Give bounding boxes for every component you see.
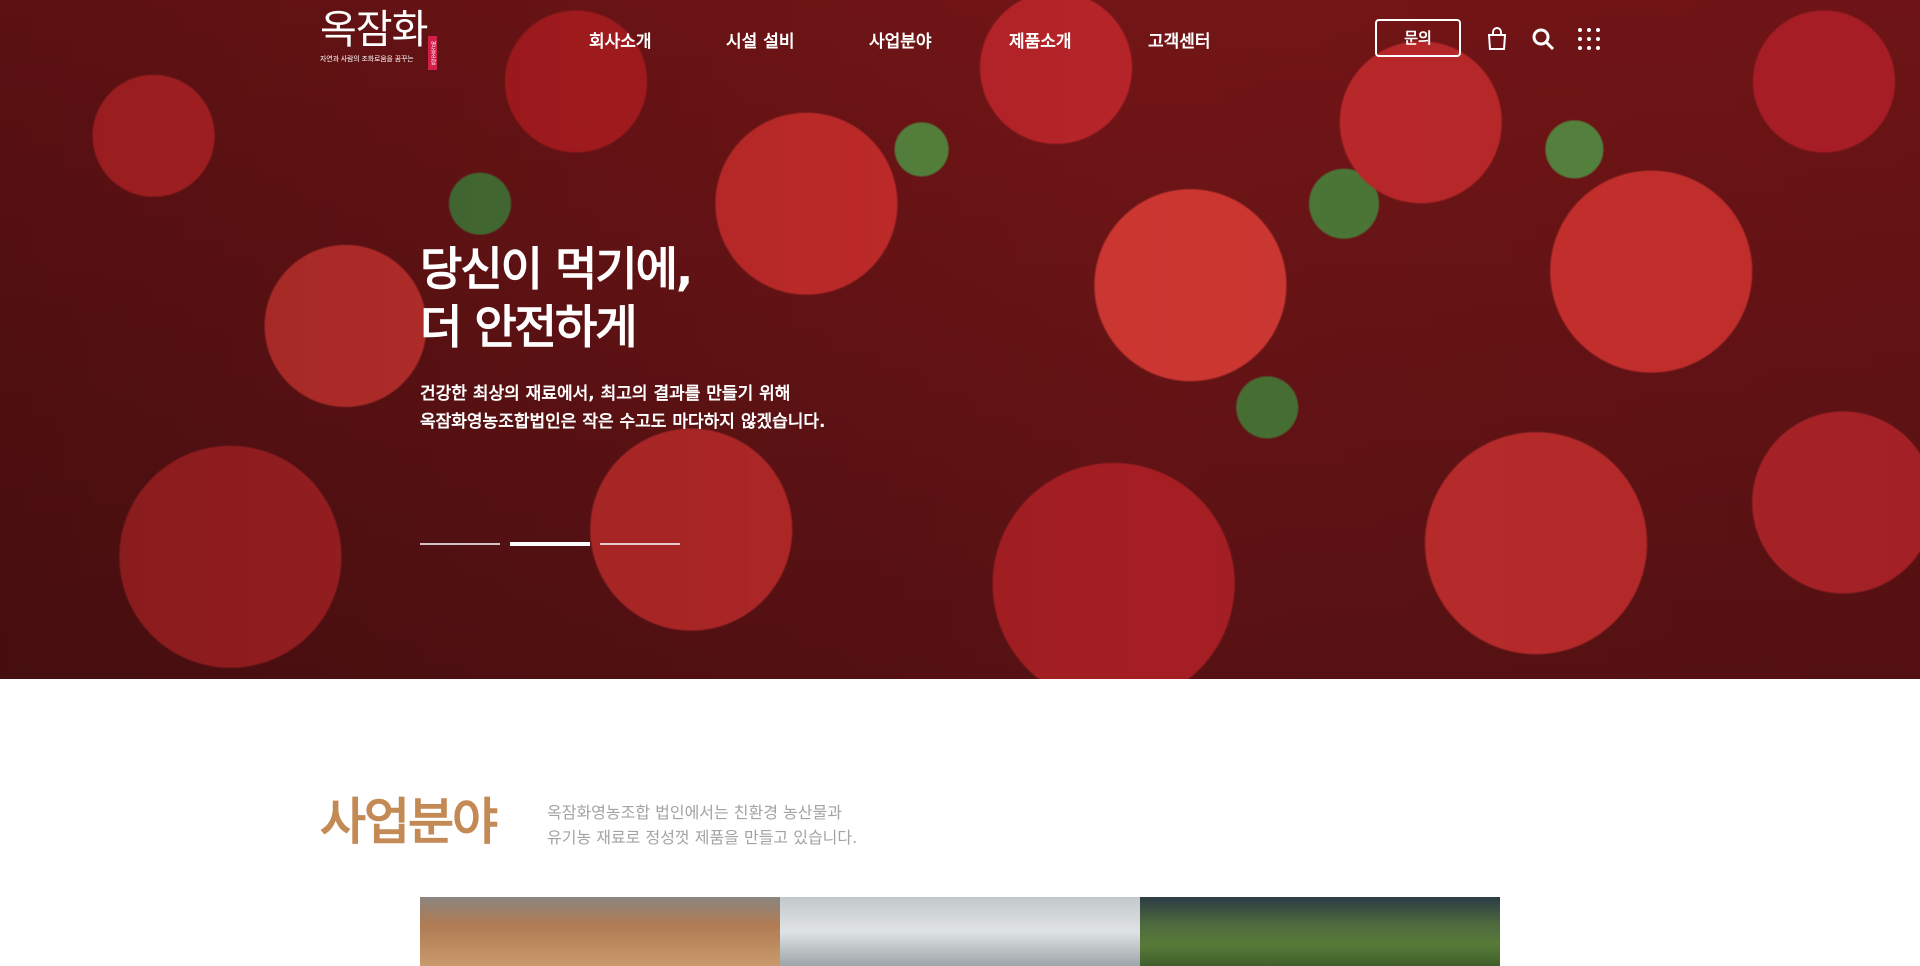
business-card-2[interactable] (780, 897, 1140, 966)
business-desc-line2: 유기농 재료로 정성껏 제품을 만들고 있습니다. (547, 828, 858, 847)
business-card-1[interactable] (420, 897, 780, 966)
nav-item-company[interactable]: 회사소개 (589, 27, 652, 52)
hero-desc-line2: 옥잠화영농조합법인은 작은 수고도 마다하지 않겠습니다. (420, 412, 826, 432)
hero-banner (0, 0, 1920, 679)
business-section-title: 사업분야 (320, 793, 498, 851)
logo-mark: 옥잠화 (320, 7, 428, 53)
business-section-description: 옥잠화영농조합 법인에서는 친환경 농산물과 유기농 재료로 정성껏 제품을 만… (547, 800, 857, 850)
hero-desc-line1: 건강한 최상의 재료에서, 최고의 결과를 만들기 위해 (420, 384, 791, 404)
nav-item-facilities[interactable]: 시설 설비 (726, 27, 794, 52)
hero-title-line2: 더 안전하게 (420, 300, 638, 354)
slide-indicator-3[interactable] (600, 543, 680, 545)
hero-description: 건강한 최상의 재료에서, 최고의 결과를 만들기 위해 옥잠화영농조합법인은 … (420, 380, 826, 436)
logo[interactable]: 옥잠화 자연과 사람의 조화로움을 꿈꾸는 영농조합 (320, 8, 440, 72)
site-header: 옥잠화 자연과 사람의 조화로움을 꿈꾸는 영농조합 회사소개 시설 설비 사업… (0, 0, 1920, 80)
logo-tagline: 자연과 사람의 조화로움을 꿈꾸는 (320, 55, 414, 63)
hero-title: 당신이 먹기에, 더 안전하게 (420, 240, 826, 356)
business-card-3[interactable] (1140, 897, 1500, 966)
inquiry-button[interactable]: 문의 (1375, 19, 1461, 57)
hero-text: 당신이 먹기에, 더 안전하게 건강한 최상의 재료에서, 최고의 결과를 만들… (420, 240, 826, 436)
nav-item-business[interactable]: 사업분야 (869, 27, 932, 52)
shopping-bag-icon[interactable] (1484, 26, 1510, 52)
nav-item-products[interactable]: 제품소개 (1009, 27, 1072, 52)
logo-seal: 영농조합 (428, 36, 437, 70)
business-cards (420, 897, 1500, 966)
slide-indicator-2[interactable] (510, 542, 590, 546)
search-icon[interactable] (1530, 26, 1556, 52)
slide-indicator-1[interactable] (420, 543, 500, 545)
grid-menu-icon[interactable] (1576, 26, 1602, 52)
nav-item-support[interactable]: 고객센터 (1148, 27, 1211, 52)
business-desc-line1: 옥잠화영농조합 법인에서는 친환경 농산물과 (547, 803, 842, 822)
hero-title-line1: 당신이 먹기에, (420, 242, 693, 296)
